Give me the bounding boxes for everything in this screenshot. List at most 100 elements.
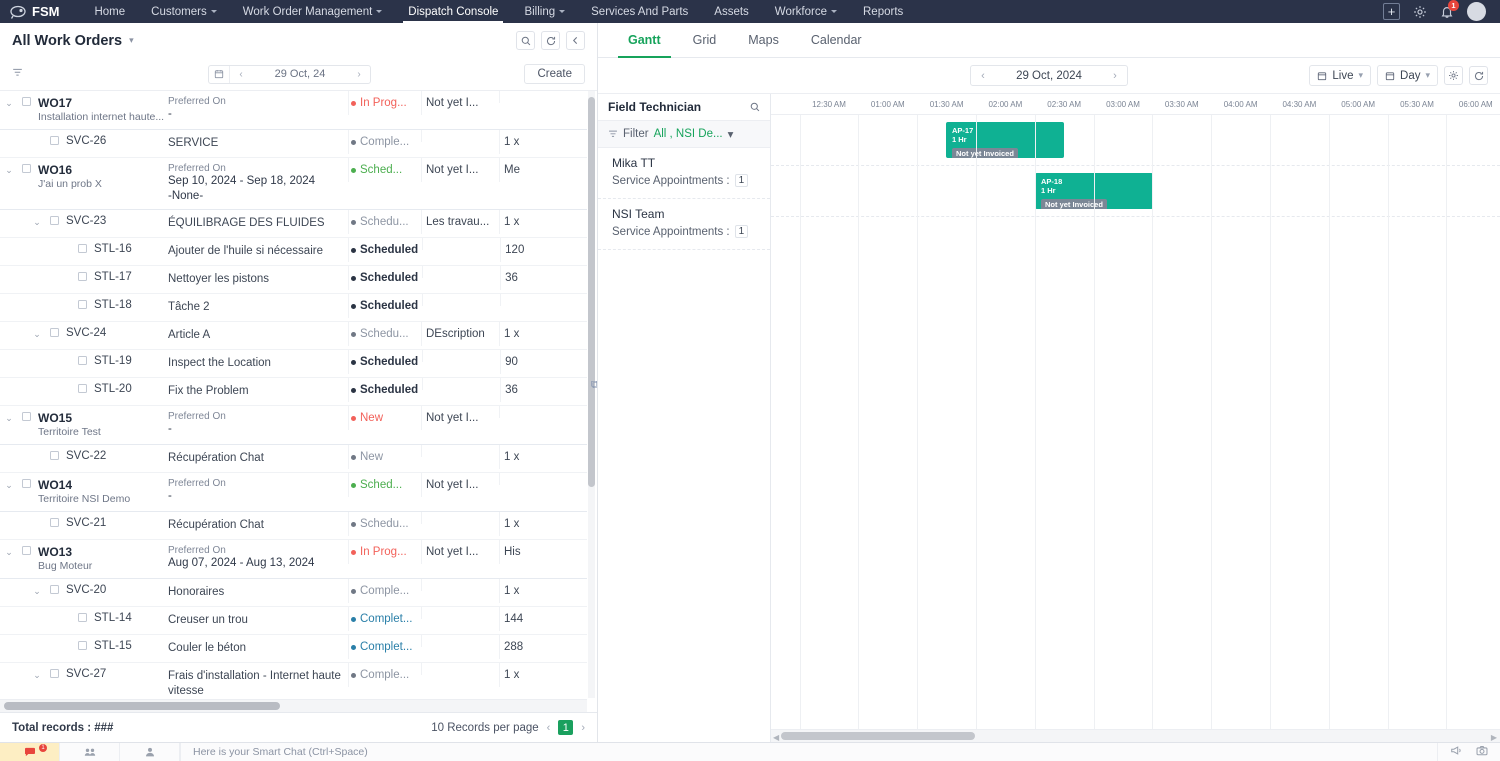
row-id[interactable]: WO13 [38, 545, 168, 559]
appointment-block[interactable]: AP-17 1 Hr Not yet Invoiced [946, 122, 1064, 158]
tab-maps[interactable]: Maps [732, 23, 795, 57]
row-checkbox[interactable] [49, 215, 59, 225]
table-row[interactable]: SVC-21 Récupération Chat Schedu... 1 x [0, 511, 587, 540]
table-row[interactable]: STL-17 Nettoyer les pistons Scheduled 36 [0, 265, 587, 294]
live-mode-selector[interactable]: Live ▾ [1309, 65, 1372, 86]
add-button[interactable]: + [1383, 3, 1400, 20]
table-row[interactable]: STL-16 Ajouter de l'huile si nécessaire Sc… [0, 237, 587, 266]
table-row[interactable]: STL-14 Creuser un trou Complet... 144 [0, 606, 587, 635]
resource-filter[interactable]: Filter All , NSI De... ▾ [598, 121, 770, 148]
row-id[interactable]: STL-18 [94, 299, 168, 311]
row-id[interactable]: WO14 [38, 478, 168, 492]
resource-row-mika-tt[interactable]: Mika TT Service Appointments : 1 [598, 148, 770, 199]
timeline-lane[interactable]: AP-18 1 Hr Not yet Invoiced [771, 166, 1500, 217]
search-icon[interactable] [750, 102, 760, 112]
row-checkbox[interactable] [77, 299, 87, 309]
gantt-date-picker[interactable]: ‹ 29 Oct, 2024 › [970, 65, 1128, 86]
tab-gantt[interactable]: Gantt [612, 23, 677, 58]
gear-icon[interactable] [1444, 66, 1463, 85]
refresh-icon[interactable] [541, 31, 560, 50]
chevron-down-icon[interactable]: ⌄ [28, 322, 46, 340]
scroll-right-arrow[interactable]: ▶ [1491, 733, 1497, 742]
scroll-left-arrow[interactable]: ◀ [773, 733, 779, 742]
table-row[interactable]: ⌄ SVC-27 Frais d'installation - Internet h… [0, 662, 587, 698]
chevron-down-icon[interactable]: ⌄ [28, 210, 46, 228]
page-prev-button[interactable]: ‹ [547, 722, 551, 734]
table-row[interactable]: ⌄ WO16 J'ai un prob X Preferred On Sep 10, 2… [0, 158, 587, 210]
nav-item-work-order-management[interactable]: Work Order Management [230, 0, 396, 23]
chevron-down-icon[interactable]: ⌄ [0, 473, 18, 491]
chevron-down-icon[interactable]: ⌄ [0, 91, 18, 109]
timeline-lane[interactable]: AP-17 1 Hr Not yet Invoiced [771, 115, 1500, 166]
row-checkbox[interactable] [77, 355, 87, 365]
row-checkbox[interactable] [77, 243, 87, 253]
tab-calendar[interactable]: Calendar [795, 23, 878, 57]
table-row[interactable]: ⌄ WO14 Territoire NSI Demo Preferred On - Sch… [0, 472, 587, 512]
day-view-selector[interactable]: Day ▾ [1377, 65, 1438, 86]
row-checkbox[interactable] [49, 327, 59, 337]
row-checkbox[interactable] [49, 136, 59, 146]
table-row[interactable]: STL-18 Tâche 2 Scheduled [0, 293, 587, 322]
table-row[interactable]: STL-20 Fix the Problem Scheduled 36 [0, 377, 587, 406]
create-button[interactable]: Create [524, 64, 585, 84]
row-id[interactable]: STL-14 [94, 612, 168, 624]
table-row[interactable]: STL-15 Couler le béton Complet... 288 [0, 634, 587, 663]
row-id[interactable]: SVC-24 [66, 327, 168, 339]
row-id[interactable]: STL-16 [94, 243, 168, 255]
row-checkbox[interactable] [77, 383, 87, 393]
date-prev-button[interactable]: ‹ [230, 69, 252, 80]
scrollbar-thumb[interactable] [781, 732, 975, 740]
panel-resize-handle[interactable]: ⧉ [591, 379, 597, 391]
table-row[interactable]: ⌄ SVC-20 Honoraires Comple... 1 x [0, 578, 587, 607]
table-row[interactable]: ⌄ WO15 Territoire Test Preferred On - New Not … [0, 405, 587, 445]
nav-item-services-and-parts[interactable]: Services And Parts [578, 0, 701, 23]
search-icon[interactable] [516, 31, 535, 50]
chevron-down-icon[interactable]: ⌄ [0, 158, 18, 176]
chat-tab-contacts[interactable] [120, 743, 180, 761]
camera-icon[interactable] [1476, 745, 1488, 759]
row-checkbox[interactable] [77, 271, 87, 281]
gantt-horizontal-scrollbar[interactable]: ◀ ▶ [771, 729, 1500, 742]
chat-tab-channels[interactable] [60, 743, 120, 761]
gantt-date-prev-button[interactable]: ‹ [971, 70, 995, 82]
row-checkbox[interactable] [49, 668, 59, 678]
table-vertical-scrollbar[interactable] [588, 91, 595, 698]
gantt-date-next-button[interactable]: › [1103, 70, 1127, 82]
table-horizontal-scrollbar[interactable] [0, 699, 587, 712]
row-checkbox[interactable] [21, 545, 31, 555]
filter-icon[interactable] [12, 67, 23, 81]
table-row[interactable]: ⌄ SVC-24 Article A Schedu... DEscription 1 x [0, 321, 587, 350]
row-checkbox[interactable] [21, 478, 31, 488]
row-id[interactable]: WO16 [38, 163, 168, 177]
chevron-down-icon[interactable]: ⌄ [28, 663, 46, 681]
chevron-down-icon[interactable]: ⌄ [0, 540, 18, 558]
announcement-icon[interactable] [1450, 745, 1462, 759]
row-id[interactable]: SVC-23 [66, 215, 168, 227]
avatar[interactable] [1467, 2, 1486, 21]
nav-item-reports[interactable]: Reports [850, 0, 916, 23]
scrollbar-thumb[interactable] [588, 97, 595, 487]
resource-row-nsi-team[interactable]: NSI Team Service Appointments : 1 [598, 199, 770, 250]
nav-item-assets[interactable]: Assets [701, 0, 762, 23]
row-checkbox[interactable] [21, 164, 31, 174]
chevron-down-icon[interactable]: ▾ [129, 35, 134, 46]
records-per-page-label[interactable]: 10 Records per page [431, 722, 538, 734]
row-id[interactable]: STL-20 [94, 383, 168, 395]
nav-item-dispatch-console[interactable]: Dispatch Console [395, 0, 511, 23]
row-id[interactable]: STL-19 [94, 355, 168, 367]
chevron-down-icon[interactable]: ⌄ [28, 579, 46, 597]
row-id[interactable]: SVC-26 [66, 135, 168, 147]
page-number[interactable]: 1 [558, 720, 574, 735]
row-id[interactable]: SVC-21 [66, 517, 168, 529]
brand-logo[interactable]: FSM [10, 4, 59, 19]
row-checkbox[interactable] [49, 450, 59, 460]
nav-item-home[interactable]: Home [81, 0, 138, 23]
nav-item-billing[interactable]: Billing [511, 0, 578, 23]
table-row[interactable]: SVC-26 SERVICE Comple... 1 x [0, 130, 587, 159]
row-checkbox[interactable] [49, 517, 59, 527]
table-row[interactable]: STL-19 Inspect the Location Scheduled 90 [0, 349, 587, 378]
row-id[interactable]: SVC-27 [66, 668, 168, 680]
row-checkbox[interactable] [49, 584, 59, 594]
date-next-button[interactable]: › [348, 69, 370, 80]
refresh-icon[interactable] [1469, 66, 1488, 85]
